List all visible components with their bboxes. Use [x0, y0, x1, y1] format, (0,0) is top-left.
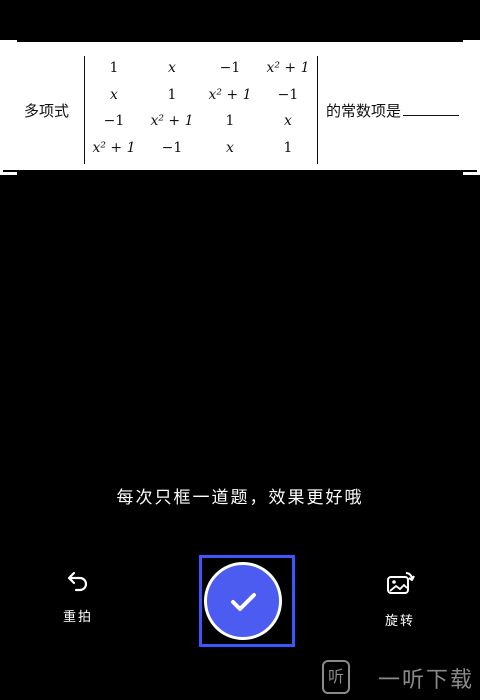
matrix-cell: −1 [277, 87, 299, 103]
matrix-cell: −1 [103, 113, 125, 129]
watermark-text: 一听下载 [377, 668, 474, 693]
matrix-cell: x² + 1 [266, 60, 310, 76]
watermark-logo: 听 [322, 660, 350, 694]
crop-hint-text: 每次只框一道题，效果更好哦 [116, 488, 364, 508]
captured-question-image: 多项式 1 x −1 x² + 1 x 1 x² + 1 −1 −1 x² + … [0, 42, 480, 170]
question-prefix: 多项式 [24, 102, 70, 120]
matrix-cell: 1 [225, 113, 235, 129]
retake-button[interactable]: 重拍 [48, 570, 108, 625]
rotate-label: 旋转 [384, 614, 415, 629]
matrix-cell: 1 [283, 140, 293, 156]
matrix-cell: −1 [161, 140, 183, 156]
rotate-image-icon [385, 572, 415, 600]
determinant-matrix: 1 x −1 x² + 1 x 1 x² + 1 −1 −1 x² + 1 1 … [84, 56, 318, 164]
question-suffix-text: 的常数项是 [326, 102, 402, 120]
crop-handle-bottom-left[interactable] [0, 158, 17, 175]
question-suffix: 的常数项是 [326, 100, 460, 121]
crop-handle-top-left[interactable] [0, 40, 17, 57]
rotate-button[interactable]: 旋转 [370, 570, 430, 629]
crop-handle-top-right[interactable] [463, 40, 480, 57]
answer-blank [403, 101, 460, 116]
matrix-cell: x [110, 87, 118, 103]
matrix-cell: x² + 1 [208, 87, 252, 103]
retake-label: 重拍 [62, 610, 93, 625]
matrix-cell: x [226, 140, 234, 156]
crop-handle-bottom-right[interactable] [463, 158, 480, 175]
matrix-cell: x² + 1 [92, 140, 136, 156]
matrix-cell: −1 [219, 60, 241, 76]
matrix-cell: x [168, 60, 176, 76]
confirm-button[interactable] [204, 562, 282, 640]
matrix-cell: 1 [167, 87, 177, 103]
matrix-cell: x² + 1 [150, 113, 194, 129]
matrix-cell: x [284, 113, 292, 129]
undo-arrow-icon [66, 571, 90, 596]
matrix-cell: 1 [109, 60, 119, 76]
